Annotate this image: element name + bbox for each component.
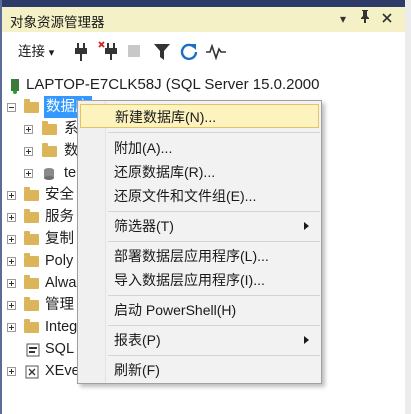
chevron-down-icon: ▾ [48, 47, 55, 59]
filter-icon[interactable] [154, 44, 170, 66]
connect-label: 连接 [18, 44, 45, 59]
folder-icon [42, 143, 57, 157]
node-label: XEve [45, 363, 80, 379]
server-icon [10, 78, 20, 101]
menu-item-refresh[interactable]: 刷新(F) [80, 358, 319, 382]
xevent-icon [25, 364, 39, 386]
menu-item-deploy-dac[interactable]: 部署数据层应用程序(L)... [80, 244, 319, 268]
submenu-arrow-icon [304, 222, 309, 230]
panel-dropdown-button[interactable]: ▾ [333, 9, 353, 29]
close-icon[interactable] [377, 9, 397, 29]
menu-separator [108, 241, 320, 242]
expand-icon[interactable] [7, 279, 16, 288]
expand-icon[interactable] [24, 147, 33, 156]
menu-item-import-dac[interactable]: 导入数据层应用程序(I)... [80, 268, 319, 292]
menu-item-label: 启动 PowerShell(H) [114, 302, 237, 318]
node-label: 管理 [45, 297, 74, 313]
node-label: Alwa [45, 275, 77, 291]
folder-icon [24, 319, 39, 333]
folder-icon [24, 187, 39, 201]
menu-item-restore-database[interactable]: 还原数据库(R)... [80, 160, 319, 184]
folder-icon [24, 253, 39, 267]
folder-icon [24, 231, 39, 245]
menu-item-label: 报表(P) [114, 332, 161, 348]
submenu-arrow-icon [304, 336, 309, 344]
menu-item-label: 还原数据库(R)... [114, 164, 216, 180]
menu-item-restore-files[interactable]: 还原文件和文件组(E)... [80, 184, 319, 208]
folder-icon [24, 209, 39, 223]
menu-item-label: 附加(A)... [114, 140, 173, 156]
plug-connect-icon[interactable] [74, 43, 88, 65]
folder-icon [24, 275, 39, 289]
panel-titlebar: 对象资源管理器 ▾ [2, 0, 405, 32]
expand-icon[interactable] [7, 367, 16, 376]
folder-icon [42, 121, 57, 135]
menu-item-label: 刷新(F) [114, 362, 160, 378]
panel-title: 对象资源管理器 [10, 15, 105, 30]
node-label: Poly [45, 253, 74, 269]
refresh-icon[interactable] [180, 43, 198, 65]
menu-item-reports[interactable]: 报表(P) [80, 328, 319, 352]
expand-icon[interactable] [7, 235, 16, 244]
menu-item-label: 还原文件和文件组(E)... [114, 188, 257, 204]
node-label: Integ [45, 319, 78, 335]
folder-icon [24, 297, 39, 311]
menu-item-powershell[interactable]: 启动 PowerShell(H) [80, 298, 319, 322]
menu-item-filter[interactable]: 筛选器(T) [80, 214, 319, 238]
server-label: LAPTOP-E7CLK58J (SQL Server 15.0.2000 [26, 76, 320, 93]
expand-icon[interactable] [24, 169, 33, 178]
menu-separator [108, 211, 320, 212]
background-strip [405, 0, 411, 414]
stop-icon[interactable] [128, 45, 140, 67]
disconnect-icon[interactable] [98, 41, 120, 63]
db-child-label: te [64, 165, 77, 181]
toolbar: 连接 ▾ [2, 32, 405, 72]
expand-icon[interactable] [7, 257, 16, 266]
menu-item-label: 新建数据库(N)... [115, 109, 217, 125]
collapse-icon[interactable] [7, 103, 16, 112]
context-menu: 新建数据库(N)... 附加(A)... 还原数据库(R)... 还原文件和文件… [77, 100, 322, 384]
connect-button[interactable]: 连接 ▾ [18, 41, 54, 63]
menu-item-label: 部署数据层应用程序(L)... [114, 248, 269, 264]
pin-icon[interactable] [355, 9, 375, 29]
menu-item-label: 筛选器(T) [114, 218, 174, 234]
menu-item-label: 导入数据层应用程序(I)... [114, 272, 265, 288]
expand-icon[interactable] [24, 125, 33, 134]
expand-icon[interactable] [7, 301, 16, 310]
expand-icon[interactable] [7, 191, 16, 200]
expand-icon[interactable] [7, 323, 16, 332]
sql-agent-icon [26, 342, 40, 364]
expand-icon[interactable] [7, 213, 16, 222]
menu-separator [108, 325, 320, 326]
node-label: 复制 [45, 231, 74, 247]
folder-icon [24, 99, 39, 113]
node-label: 安全 [45, 187, 74, 203]
menu-separator [108, 295, 320, 296]
menu-separator [108, 355, 320, 356]
node-label: 服务 [45, 209, 74, 225]
activity-monitor-icon[interactable] [206, 44, 226, 66]
node-label: SQL [45, 341, 75, 357]
menu-item-new-database[interactable]: 新建数据库(N)... [80, 104, 319, 128]
object-explorer-panel: 对象资源管理器 ▾ 连接 ▾ LAPTOP-E7CLK58J (SQL Serv… [0, 0, 405, 414]
menu-item-attach[interactable]: 附加(A)... [80, 136, 319, 160]
menu-separator [108, 132, 320, 133]
